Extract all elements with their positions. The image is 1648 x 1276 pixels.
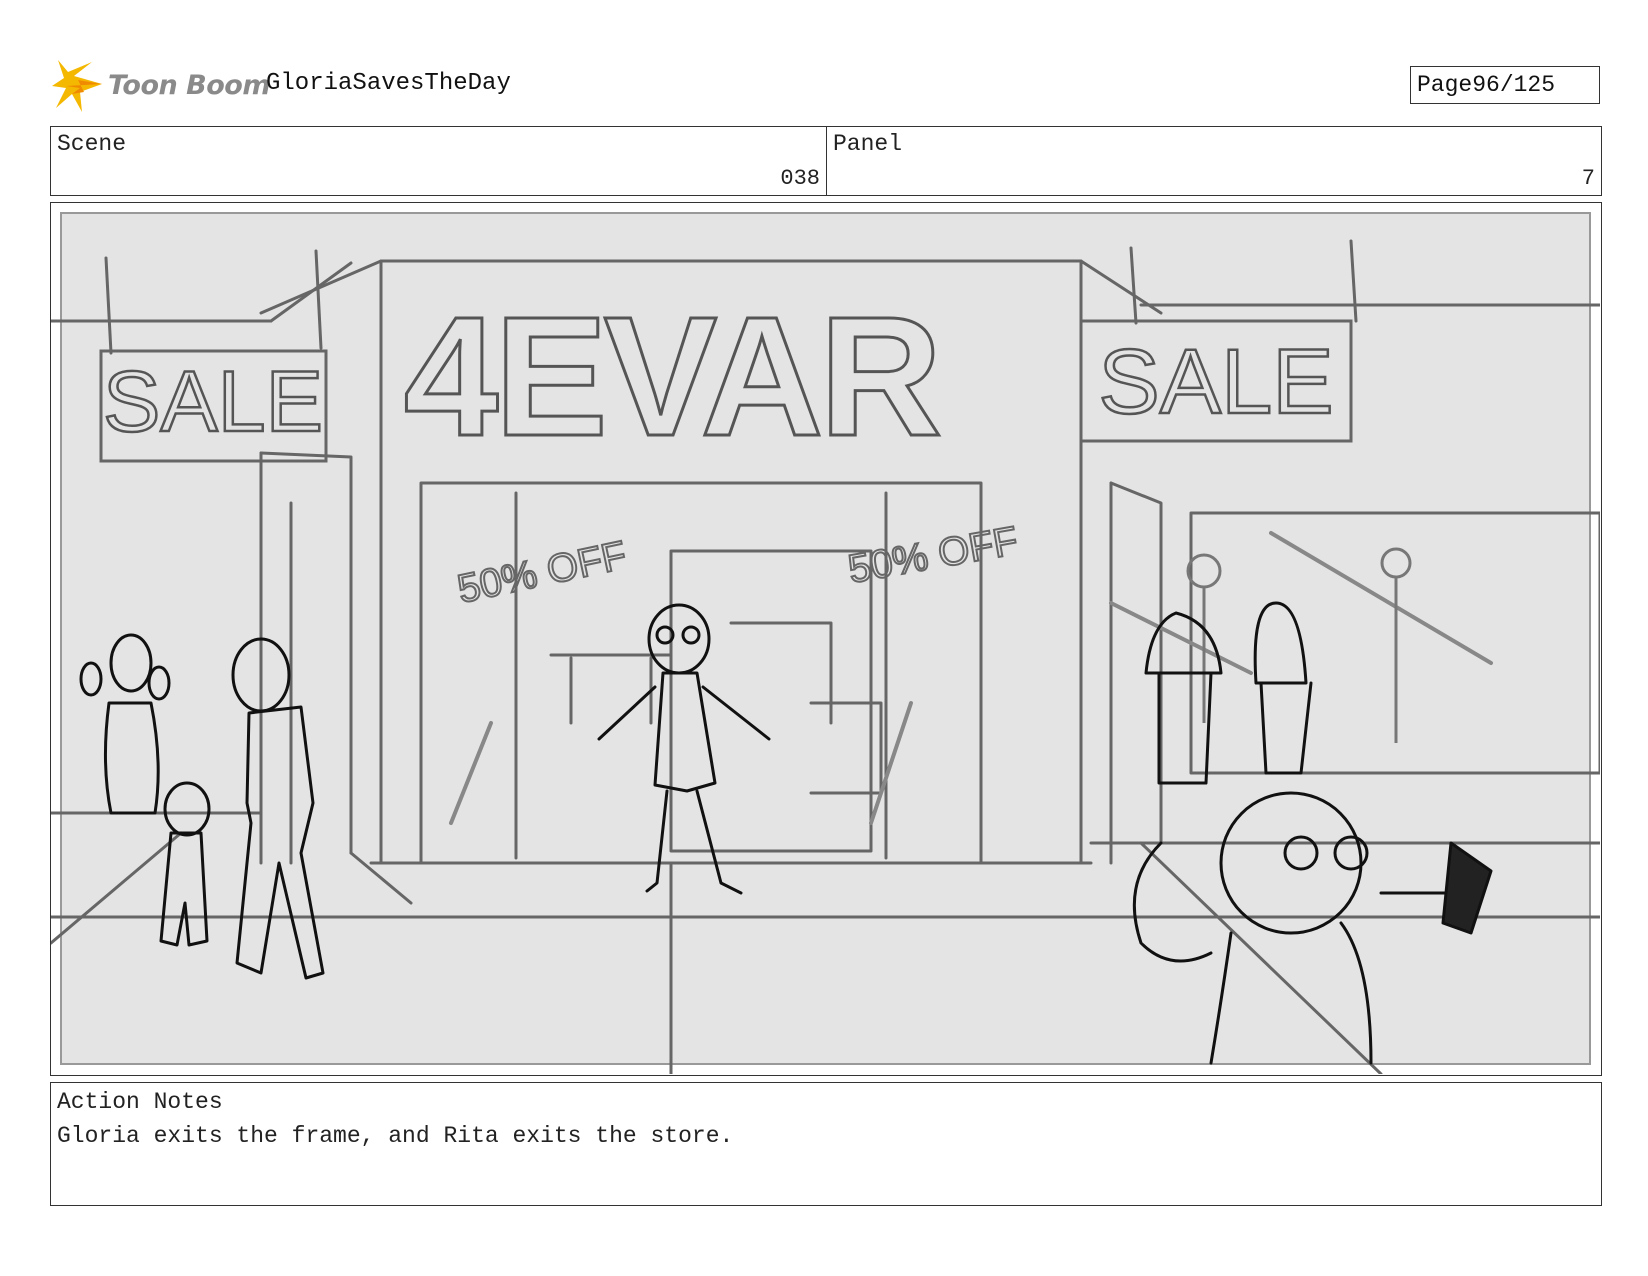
action-notes-label: Action Notes [57,1089,223,1115]
toon-boom-logo: Toon Boom [52,58,270,114]
panel-label: Panel [833,131,903,157]
scene-cell: Scene 038 [51,127,827,195]
storyboard-frame: SALE 4EVAR SALE 50% OFF 50% OFF [50,202,1602,1076]
page-indicator: Page 96/125 [1410,66,1600,104]
action-notes-text: Gloria exits the frame, and Rita exits t… [57,1123,734,1149]
action-notes: Action Notes Gloria exits the frame, and… [50,1082,1602,1206]
sale-sign-right-text: SALE [1098,331,1333,433]
starburst-icon [52,60,102,112]
store-sign-text: 4EVAR [404,282,939,472]
logo-text: Toon Boom [108,70,270,101]
project-title: GloriaSavesTheDay [266,70,511,97]
panel-cell: Panel 7 [827,127,1601,195]
scene-panel-row: Scene 038 Panel 7 [50,126,1602,196]
page-label: Page [1417,72,1473,98]
scene-label: Scene [57,131,127,157]
panel-number: 7 [1581,166,1595,191]
storyboard-sketch: SALE 4EVAR SALE 50% OFF 50% OFF [51,212,1600,1074]
scene-number: 038 [780,166,820,191]
page-value: 96/125 [1472,72,1556,98]
sale-sign-left-text: SALE [103,354,323,450]
